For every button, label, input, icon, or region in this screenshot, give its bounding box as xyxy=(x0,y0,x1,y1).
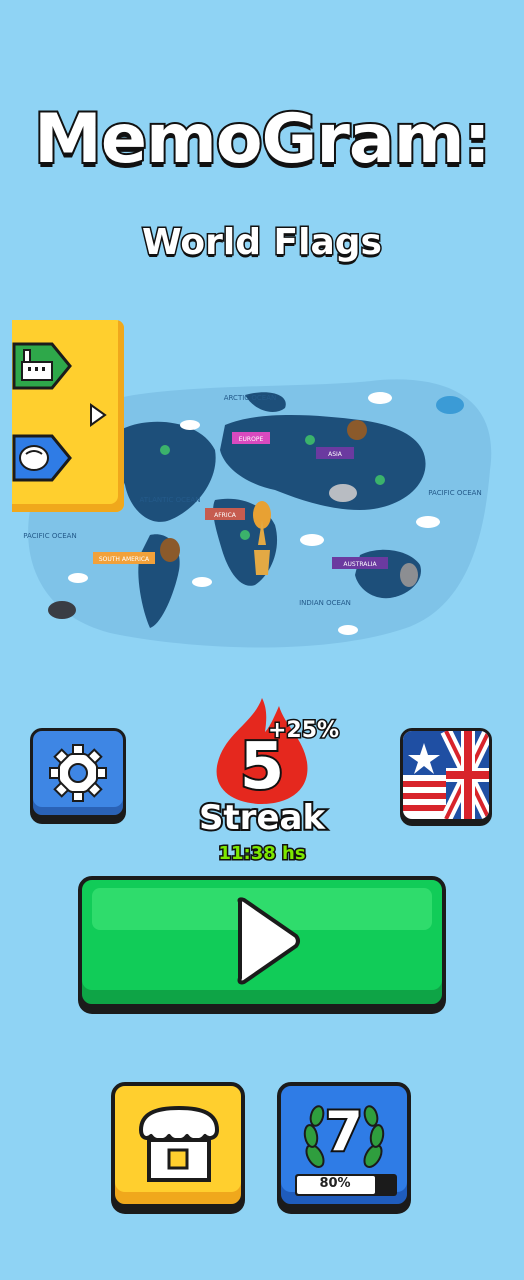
streak-bonus: +25% xyxy=(266,717,340,745)
industry-icon[interactable] xyxy=(12,338,72,394)
language-flag-button[interactable] xyxy=(400,728,492,822)
whale-figure xyxy=(436,396,464,414)
language-flag-icon xyxy=(403,731,489,819)
koala-figure xyxy=(400,563,418,587)
map-label-australia: AUSTRALIA xyxy=(343,561,377,568)
app-title: MemoGram: xyxy=(32,98,493,181)
gear-icon xyxy=(49,744,107,802)
map-label-arctic-ocean: ARCTIC OCEAN xyxy=(224,394,277,402)
lion-figure xyxy=(347,420,367,440)
backpack-icon[interactable] xyxy=(12,430,72,486)
side-panel[interactable] xyxy=(12,320,124,512)
level-button[interactable]: 7 80% xyxy=(277,1082,411,1208)
map-label-pacific-ocean-left: PACIFIC OCEAN xyxy=(23,532,76,540)
map-label-pacific-ocean-right: PACIFIC OCEAN xyxy=(428,489,481,497)
play-icon xyxy=(237,897,300,985)
chevron-right-icon[interactable] xyxy=(88,402,108,428)
level-progress-bar: 80% xyxy=(295,1174,397,1196)
shop-icon xyxy=(139,1106,219,1182)
map-label-south-america: SOUTH AMERICA xyxy=(99,556,150,563)
play-button[interactable] xyxy=(78,876,446,1008)
map-label-indian-ocean: INDIAN OCEAN xyxy=(299,599,351,607)
streak-timer: 11:38 hs xyxy=(217,842,307,866)
level-number: 7 xyxy=(323,1098,365,1165)
map-label-atlantic-ocean: ATLANTIC OCEAN xyxy=(140,496,201,504)
map-label-europe: EUROPE xyxy=(239,436,264,443)
monkey-figure xyxy=(160,538,180,562)
elephant-figure xyxy=(329,484,357,502)
shop-button[interactable] xyxy=(111,1082,245,1208)
settings-button[interactable] xyxy=(30,728,126,818)
streak-label: Streak xyxy=(197,796,327,840)
orca-figure xyxy=(48,601,76,619)
map-label-africa: AFRICA xyxy=(214,512,237,519)
app-subtitle: World Flags xyxy=(141,221,384,265)
map-label-asia: ASIA xyxy=(328,451,343,458)
level-progress-label: 80% xyxy=(319,1176,351,1191)
